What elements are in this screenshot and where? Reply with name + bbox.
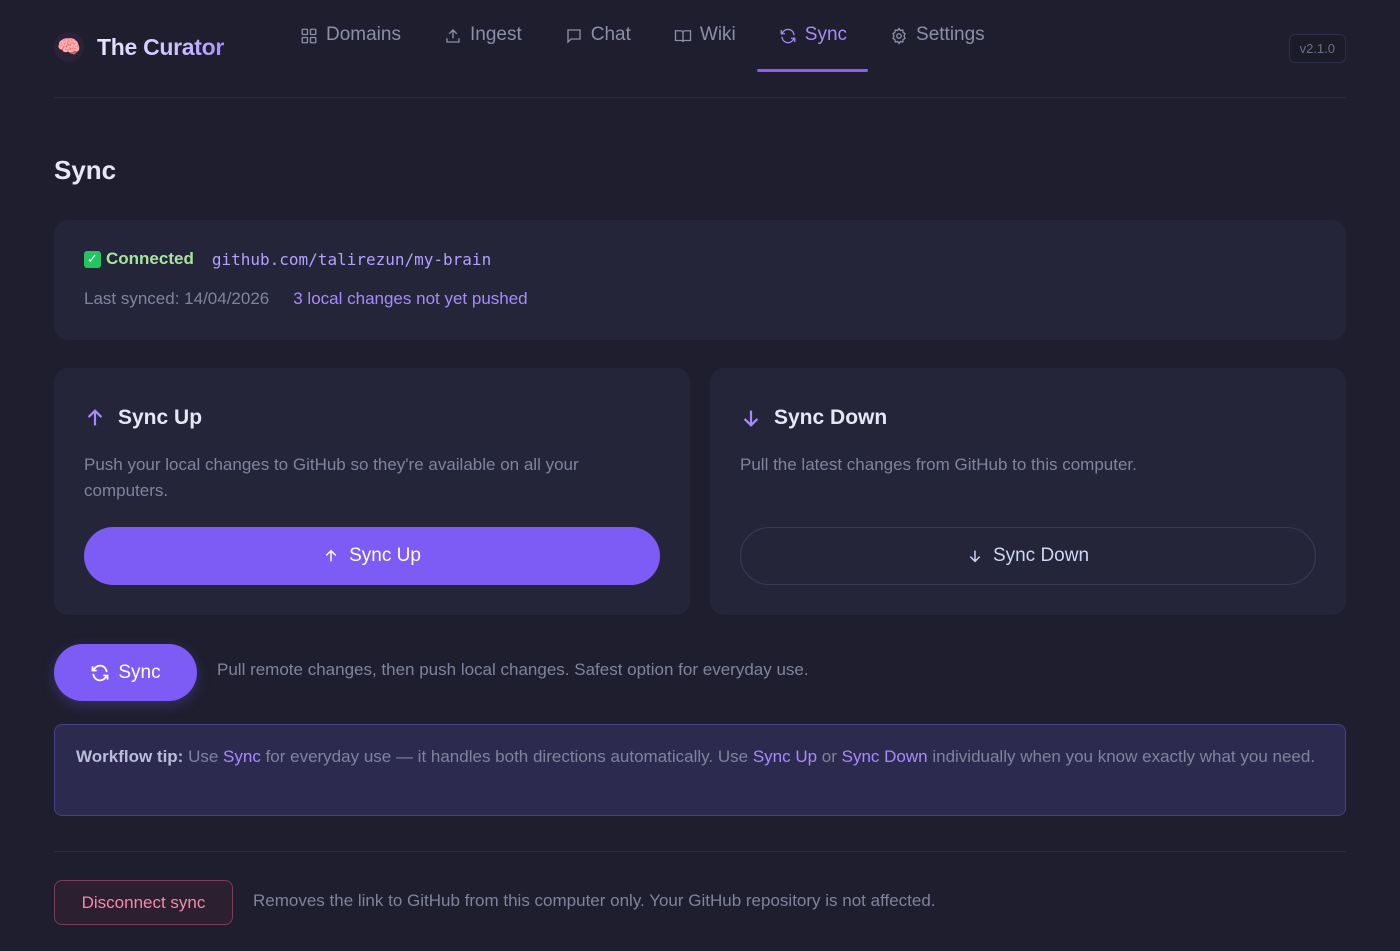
tab-chat[interactable]: Chat (543, 0, 652, 72)
tab-settings[interactable]: Settings (868, 0, 1006, 72)
book-icon (674, 30, 692, 43)
tab-domains[interactable]: Domains (278, 0, 422, 72)
tip-text: Use (183, 747, 224, 766)
app-container: 🧠 The Curator Domains Ingest Chat Wiki S… (54, 0, 1346, 925)
sync-description: Pull remote changes, then push local cha… (217, 660, 809, 679)
connection-status-card: ✓ Connected github.com/talirezun/my-brai… (54, 220, 1346, 340)
divider (54, 851, 1346, 852)
arrow-down-icon (969, 550, 981, 563)
tip-text: individually when you know exactly what … (927, 747, 1316, 766)
tab-label: Domains (326, 24, 401, 45)
arrow-down-icon (743, 410, 759, 427)
check-icon: ✓ (84, 250, 101, 268)
tip-keyword-sync-up: Sync Up (752, 747, 818, 766)
main-nav: Domains Ingest Chat Wiki Sync Settings (278, 0, 1006, 72)
sync-down-button-label: Sync Down (992, 545, 1090, 566)
tab-label: Chat (590, 24, 631, 45)
connected-label: Connected (106, 249, 194, 268)
app-name: The Curator (97, 33, 225, 60)
tab-ingest[interactable]: Ingest (422, 0, 543, 72)
page-title: Sync (54, 155, 117, 185)
repo-url: github.com/talirezun/my-brain (211, 249, 492, 269)
sync-up-button[interactable]: Sync Up (84, 527, 660, 585)
sync-up-button-label: Sync Up (349, 545, 421, 566)
arrow-up-icon (87, 409, 103, 426)
tip-keyword-sync: Sync (223, 747, 261, 766)
tip-label: Workflow tip: (76, 747, 184, 766)
sync-down-header: Sync Down (740, 406, 887, 430)
tab-label: Ingest (469, 24, 522, 45)
gear-icon (892, 27, 906, 45)
connection-row: ✓ Connected github.com/talirezun/my-brai… (84, 249, 491, 269)
sync-button[interactable]: Sync (54, 644, 197, 701)
last-synced-text: Last synced: 14/04/2026 (84, 289, 270, 308)
sync-up-header: Sync Up (84, 406, 202, 430)
refresh-icon (780, 28, 796, 44)
disconnect-description: Removes the link to GitHub from this com… (253, 891, 936, 910)
tab-label: Sync (804, 24, 848, 45)
tab-label: Settings (916, 24, 985, 45)
upload-icon (446, 29, 460, 43)
tip-text: or (817, 747, 842, 766)
refresh-icon (91, 664, 109, 681)
tab-sync[interactable]: Sync (756, 0, 869, 72)
arrow-up-icon (325, 549, 337, 562)
workflow-tip: Workflow tip: Use Sync for everyday use … (54, 724, 1346, 816)
disconnect-sync-button[interactable]: Disconnect sync (54, 880, 233, 925)
tip-text: for everyday use — it handles both direc… (260, 747, 753, 766)
sync-up-card: Sync Up Push your local changes to GitHu… (54, 368, 690, 615)
grid-icon (301, 28, 317, 44)
top-bar: 🧠 The Curator Domains Ingest Chat Wiki S… (54, 0, 1346, 98)
tip-keyword-sync-down: Sync Down (841, 747, 928, 766)
sync-up-title: Sync Up (118, 406, 203, 429)
sync-down-card: Sync Down Pull the latest changes from G… (710, 368, 1346, 615)
chat-bubble-icon (567, 29, 581, 44)
tab-label: Wiki (699, 24, 736, 45)
sync-button-label: Sync (118, 661, 161, 683)
sync-up-description: Push your local changes to GitHub so the… (84, 455, 579, 500)
brain-icon: 🧠 (54, 32, 84, 62)
sync-down-button[interactable]: Sync Down (740, 527, 1316, 585)
version-badge: v2.1.0 (1288, 34, 1346, 63)
sync-down-description: Pull the latest changes from GitHub to t… (740, 455, 1137, 474)
sync-down-title: Sync Down (774, 406, 888, 429)
pending-changes-text: 3 local changes not yet pushed (293, 289, 528, 308)
brand[interactable]: 🧠 The Curator (54, 32, 224, 62)
sync-info-row: Last synced: 14/04/2026 3 local changes … (84, 289, 528, 309)
tab-wiki[interactable]: Wiki (652, 0, 757, 72)
